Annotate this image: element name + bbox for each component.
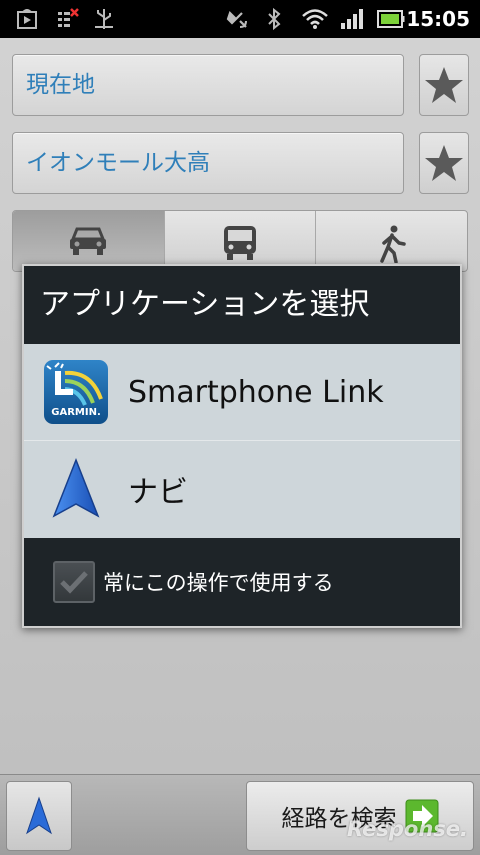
- origin-field[interactable]: 現在地: [12, 54, 404, 116]
- navigation-button[interactable]: [6, 781, 72, 851]
- gps-icon: [225, 0, 251, 38]
- app-chooser-dialog: アプリケーションを選択 GARMIN. Smartphone Link ナビ 常…: [22, 264, 462, 628]
- star-icon: [425, 145, 463, 181]
- usb-debug-icon: [91, 0, 117, 38]
- wifi-icon: [300, 0, 330, 38]
- destination-favorite-button[interactable]: [419, 132, 469, 194]
- bottom-bar: 経路を検索 Response.: [0, 774, 480, 855]
- status-bar: 15:05: [0, 0, 480, 38]
- watermark: Response.: [347, 817, 468, 841]
- svg-text:GARMIN.: GARMIN.: [51, 407, 101, 418]
- signal-icon: [338, 0, 366, 38]
- list-item-navi[interactable]: ナビ: [24, 441, 460, 537]
- origin-favorite-button[interactable]: [419, 54, 469, 116]
- travel-mode-tabs: [12, 210, 468, 272]
- bluetooth-icon: [262, 0, 286, 38]
- screenshot-icon: [55, 0, 81, 38]
- destination-field[interactable]: イオンモール大高: [12, 132, 404, 194]
- car-icon: [70, 227, 107, 255]
- navigation-arrow-icon: [42, 455, 110, 523]
- tab-walk[interactable]: [316, 211, 467, 271]
- garmin-smartphone-link-icon: GARMIN.: [42, 358, 110, 426]
- play-store-icon: [14, 0, 40, 38]
- always-use-checkbox[interactable]: [53, 561, 95, 603]
- always-use-row: 常にこの操作で使用する: [24, 538, 460, 626]
- star-icon: [425, 67, 463, 103]
- navigation-arrow-icon: [26, 796, 52, 835]
- smartphone-link-label: Smartphone Link: [128, 374, 384, 410]
- dialog-title: アプリケーションを選択: [40, 287, 370, 322]
- app-list: GARMIN. Smartphone Link ナビ: [24, 344, 460, 538]
- tab-bus[interactable]: [165, 211, 317, 271]
- list-item-smartphone-link[interactable]: GARMIN. Smartphone Link: [24, 344, 460, 440]
- checkmark-icon: [60, 571, 88, 594]
- clock: 15:05: [406, 7, 470, 31]
- tab-car[interactable]: [13, 211, 165, 271]
- always-use-label: 常にこの操作で使用する: [103, 571, 334, 595]
- battery-icon: [376, 0, 406, 38]
- walk-icon: [379, 225, 406, 263]
- bus-icon: [224, 226, 256, 260]
- navi-label: ナビ: [128, 475, 188, 510]
